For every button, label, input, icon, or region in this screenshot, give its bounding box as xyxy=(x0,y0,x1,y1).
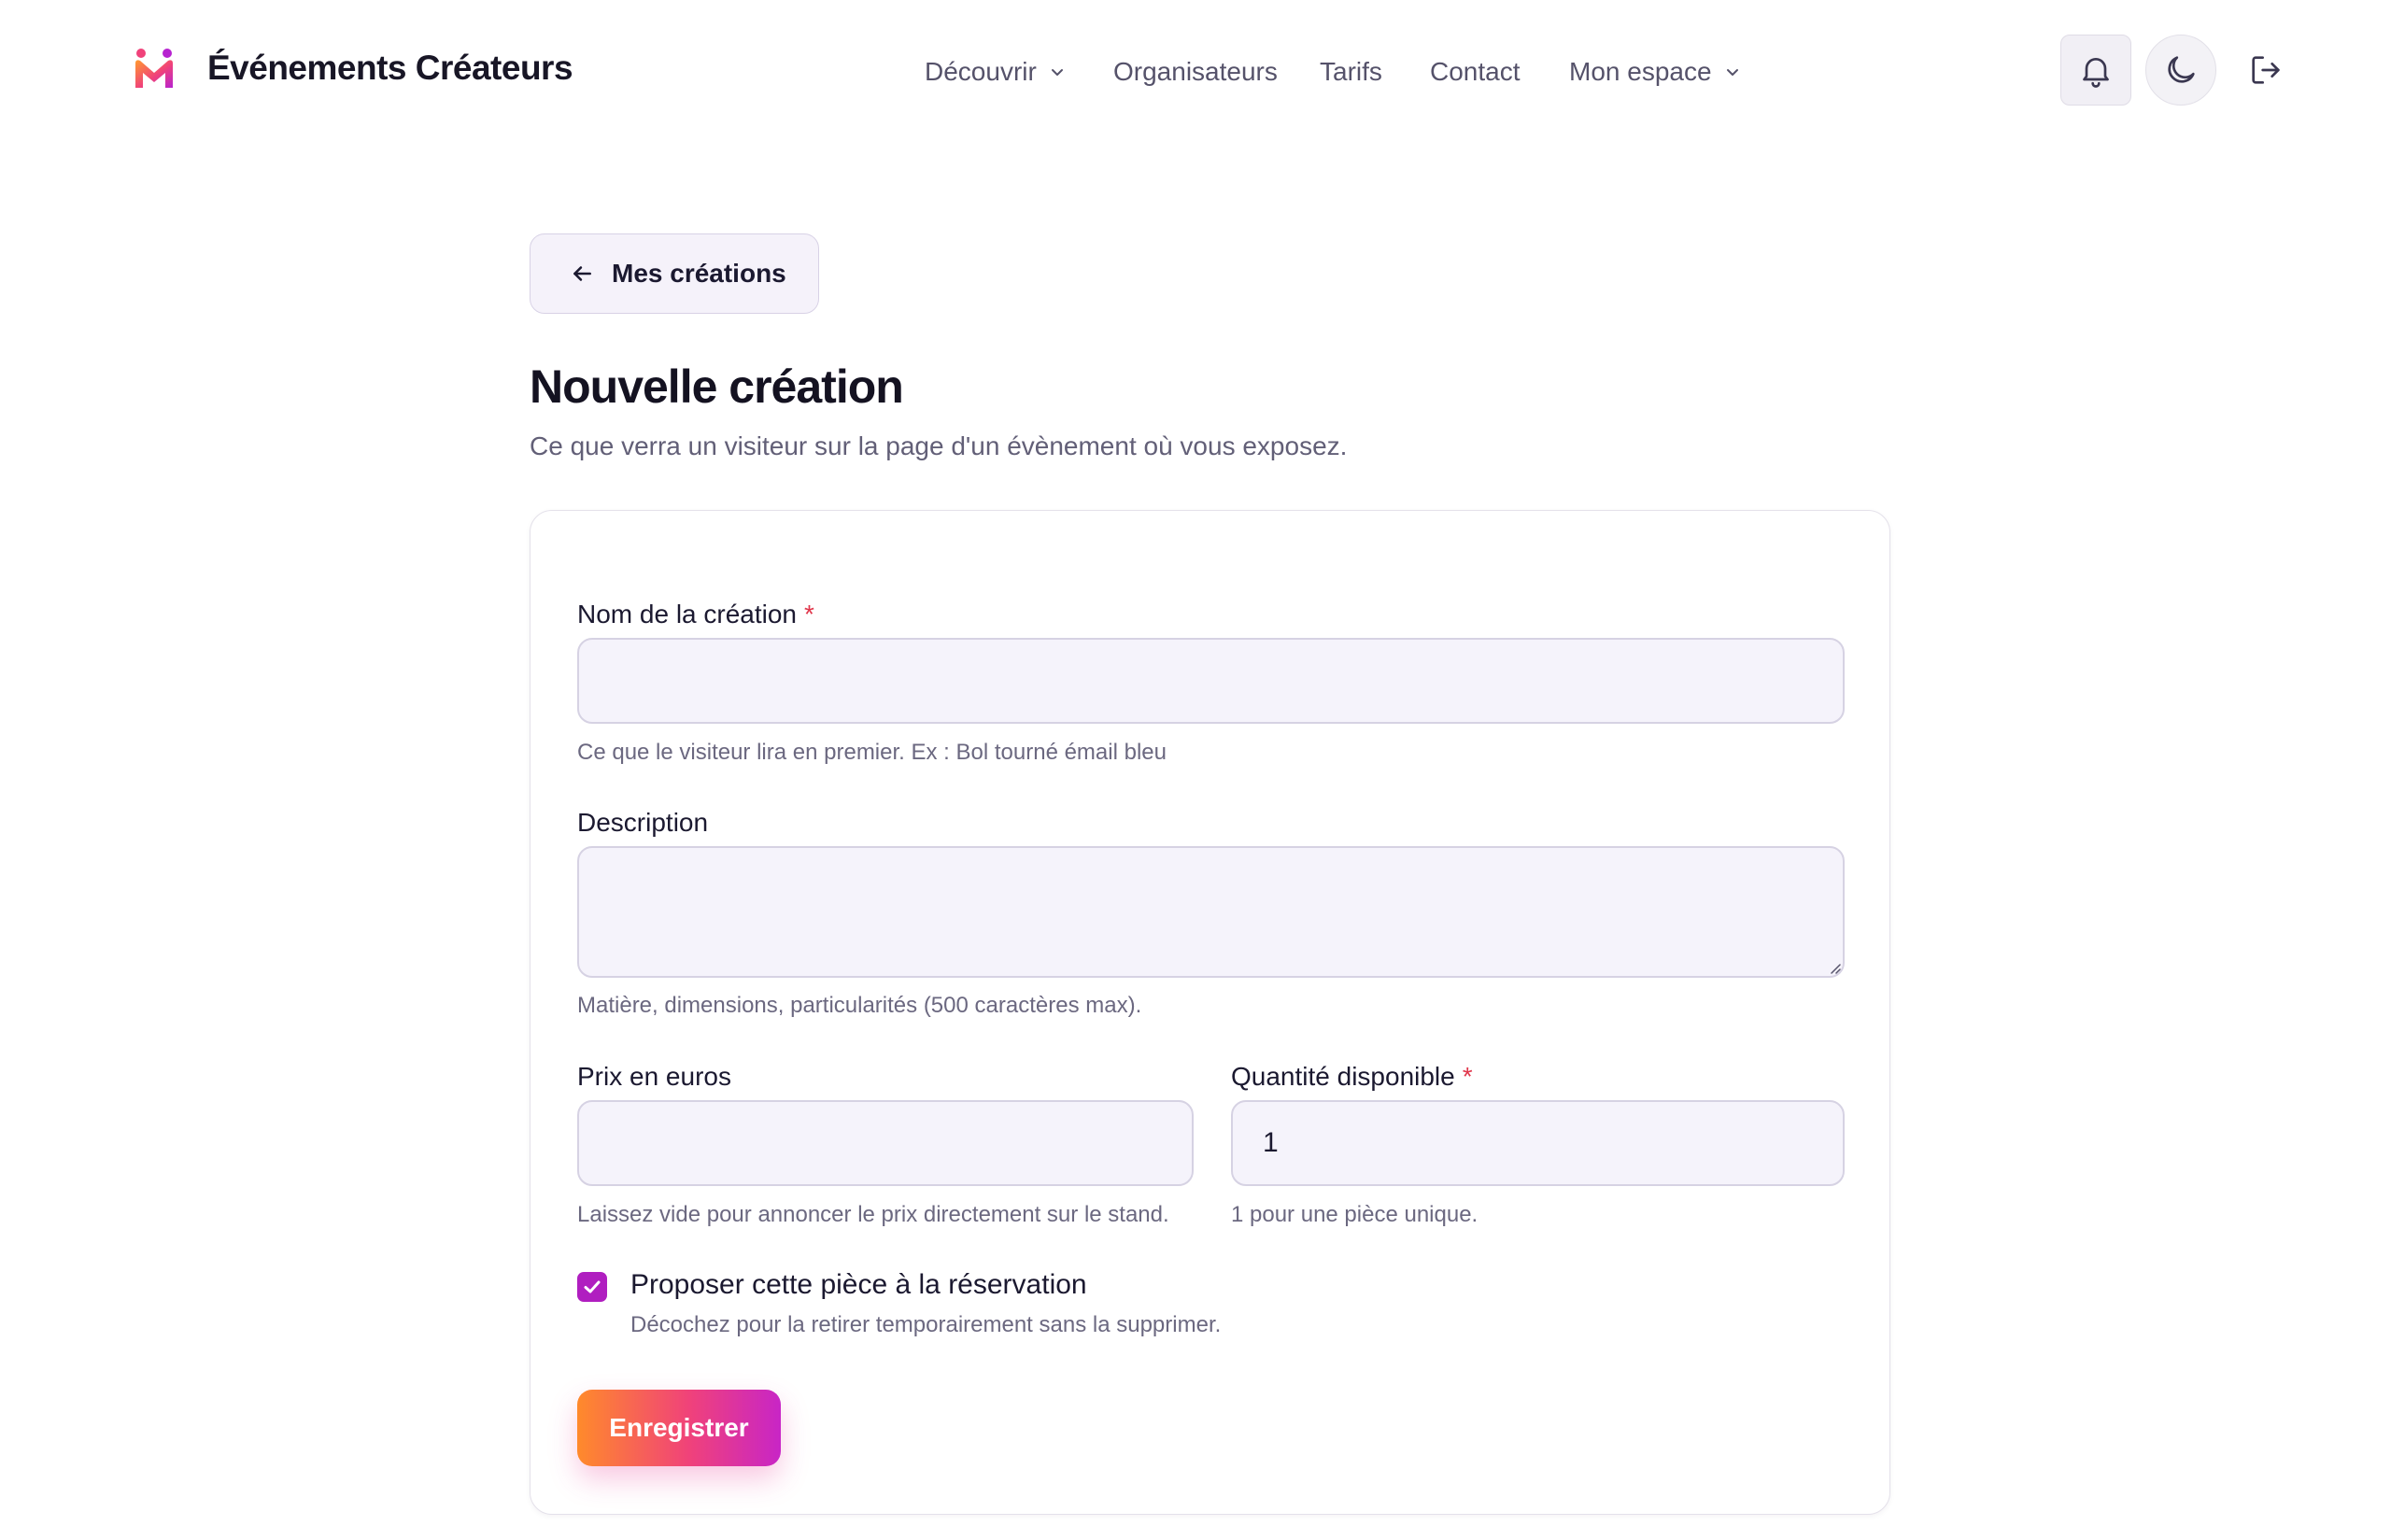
brand-name: Événements Créateurs xyxy=(207,49,573,87)
notifications-button[interactable] xyxy=(2060,35,2131,106)
price-field-label: Prix en euros xyxy=(577,1062,731,1091)
theme-toggle-button[interactable] xyxy=(2145,35,2216,106)
page-title: Nouvelle création xyxy=(530,360,904,413)
quantity-field-label: Quantité disponible * xyxy=(1231,1062,1473,1092)
price-input[interactable] xyxy=(577,1100,1194,1186)
quantity-input[interactable] xyxy=(1231,1100,1845,1186)
checkmark-icon xyxy=(584,1280,601,1293)
description-field-label: Description xyxy=(577,808,709,837)
moon-icon xyxy=(2168,56,2195,83)
price-help-text: Laissez vide pour annoncer le prix direc… xyxy=(577,1202,1169,1227)
nav-item-contact[interactable]: Contact xyxy=(1430,49,1521,95)
nav-label: Découvrir xyxy=(925,57,1037,86)
reservation-checkbox-label[interactable]: Proposer cette pièce à la réservation xyxy=(630,1269,1087,1301)
name-help-text: Ce que le visiteur lira en premier. Ex :… xyxy=(577,740,1167,765)
nav-label: Organisateurs xyxy=(1113,57,1278,86)
nav-label: Tarifs xyxy=(1320,57,1382,86)
description-help-text: Matière, dimensions, particularités (500… xyxy=(577,993,1142,1018)
quantity-label-text: Quantité disponible xyxy=(1231,1062,1455,1091)
page-subtitle: Ce que verra un visiteur sur la page d'u… xyxy=(530,431,1348,460)
arrow-left-icon xyxy=(573,266,591,281)
name-field-label: Nom de la création * xyxy=(577,600,814,629)
nav-item-mon-espace[interactable]: Mon espace xyxy=(1569,49,1742,95)
nav-item-tarifs[interactable]: Tarifs xyxy=(1320,49,1382,95)
bell-icon xyxy=(2083,58,2109,88)
description-textarea[interactable] xyxy=(577,846,1845,978)
brand[interactable]: Événements Créateurs xyxy=(131,45,573,92)
nav-label: Mon espace xyxy=(1569,57,1712,86)
nav-item-decouvrir[interactable]: Découvrir xyxy=(925,49,1067,95)
save-button[interactable]: Enregistrer xyxy=(577,1390,781,1466)
name-label-text: Nom de la création xyxy=(577,600,798,629)
brand-logo-icon xyxy=(135,49,173,88)
reservation-checkbox[interactable] xyxy=(577,1272,607,1302)
creation-name-input[interactable] xyxy=(577,638,1845,724)
nav-item-organisateurs[interactable]: Organisateurs xyxy=(1113,49,1278,95)
reservation-help-text: Décochez pour la retirer temporairement … xyxy=(630,1312,1222,1337)
chevron-down-icon xyxy=(1726,69,1738,76)
logout-icon xyxy=(2252,56,2280,84)
chevron-down-icon xyxy=(1051,69,1063,76)
resize-handle-icon[interactable] xyxy=(1826,959,1841,974)
quantity-help-text: 1 pour une pièce unique. xyxy=(1231,1202,1478,1227)
creation-form-card: Nom de la création * Ce que le visiteur l… xyxy=(530,510,1890,1515)
required-marker: * xyxy=(1462,1062,1473,1091)
description-wrapper xyxy=(577,846,1845,978)
top-header: Événements Créateurs Découvrir Organisat… xyxy=(0,0,2391,140)
required-marker: * xyxy=(804,600,814,629)
nav-label: Contact xyxy=(1430,57,1521,86)
back-to-creations-button[interactable]: Mes créations xyxy=(530,233,819,314)
logout-button[interactable] xyxy=(2230,35,2301,106)
back-button-label: Mes créations xyxy=(612,259,786,288)
